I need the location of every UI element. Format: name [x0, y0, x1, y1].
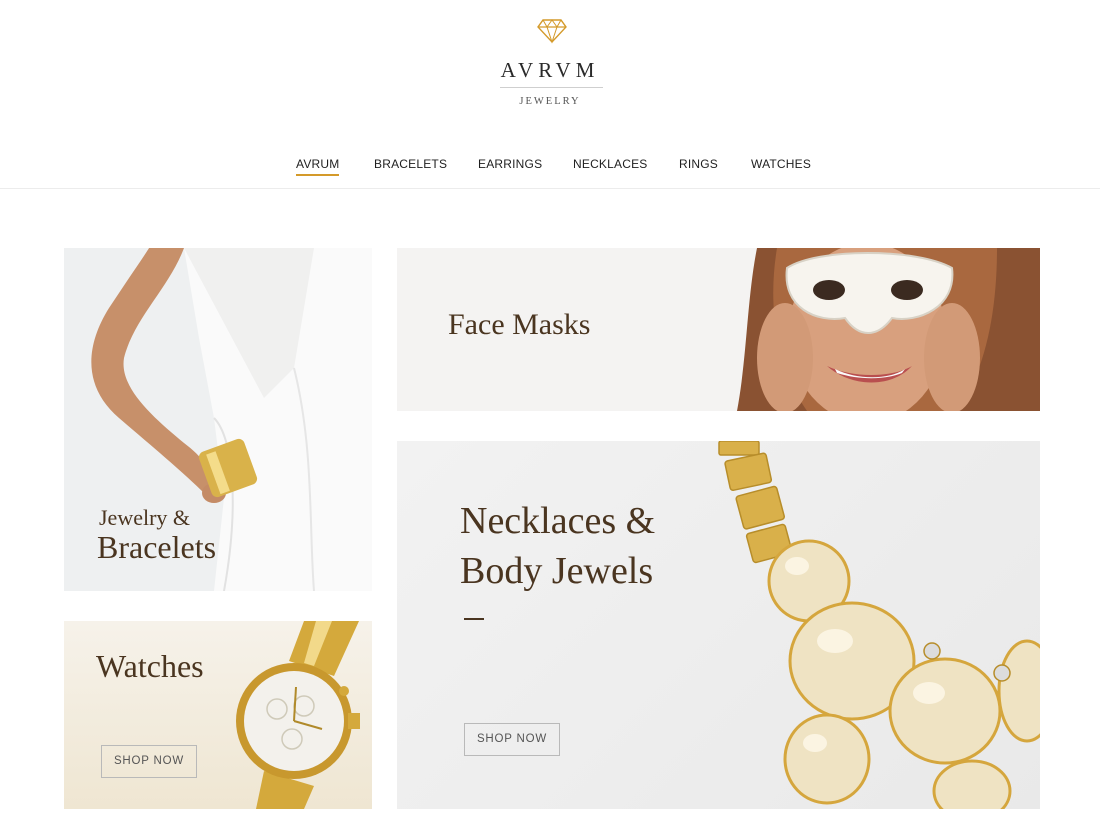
- diamond-icon[interactable]: [537, 18, 567, 44]
- necklaces-title-line1: Necklaces &: [460, 500, 656, 542]
- brand-divider: [500, 87, 603, 88]
- necklaces-shop-now-button[interactable]: SHOP NOW: [464, 723, 560, 756]
- tile-bracelets[interactable]: Jewelry & Bracelets: [64, 248, 372, 591]
- brand-subtitle: JEWELRY: [519, 96, 581, 107]
- nav-item-earrings[interactable]: EARRINGS: [478, 157, 542, 171]
- bracelets-title-line1: Jewelry &: [99, 505, 191, 530]
- watches-title: Watches: [96, 648, 204, 684]
- tile-face-masks[interactable]: Face Masks: [397, 248, 1040, 411]
- necklaces-title-dash: [464, 618, 484, 620]
- tile-necklaces[interactable]: Necklaces & Body Jewels SHOP NOW: [397, 441, 1040, 809]
- watches-shop-now-button[interactable]: SHOP NOW: [101, 745, 197, 778]
- nav-item-bracelets[interactable]: BRACELETS: [374, 157, 447, 171]
- nav-item-necklaces[interactable]: NECKLACES: [573, 157, 648, 171]
- brand-name[interactable]: AVRVM: [0, 58, 1100, 83]
- necklaces-title-line2: Body Jewels: [460, 550, 654, 592]
- nav-item-watches[interactable]: WATCHES: [751, 157, 811, 171]
- tile-watches[interactable]: Watches SHOP NOW: [64, 621, 372, 809]
- nav-item-rings[interactable]: RINGS: [679, 157, 718, 171]
- site-header: AVRVM JEWELRY AVRUM BRACELETS EARRINGS N…: [0, 0, 1100, 189]
- face-masks-title: Face Masks: [448, 308, 591, 341]
- main-nav: AVRUM BRACELETS EARRINGS NECKLACES RINGS…: [0, 157, 1100, 179]
- nav-item-avrum[interactable]: AVRUM: [296, 157, 340, 176]
- bracelets-title-line2: Bracelets: [97, 529, 217, 565]
